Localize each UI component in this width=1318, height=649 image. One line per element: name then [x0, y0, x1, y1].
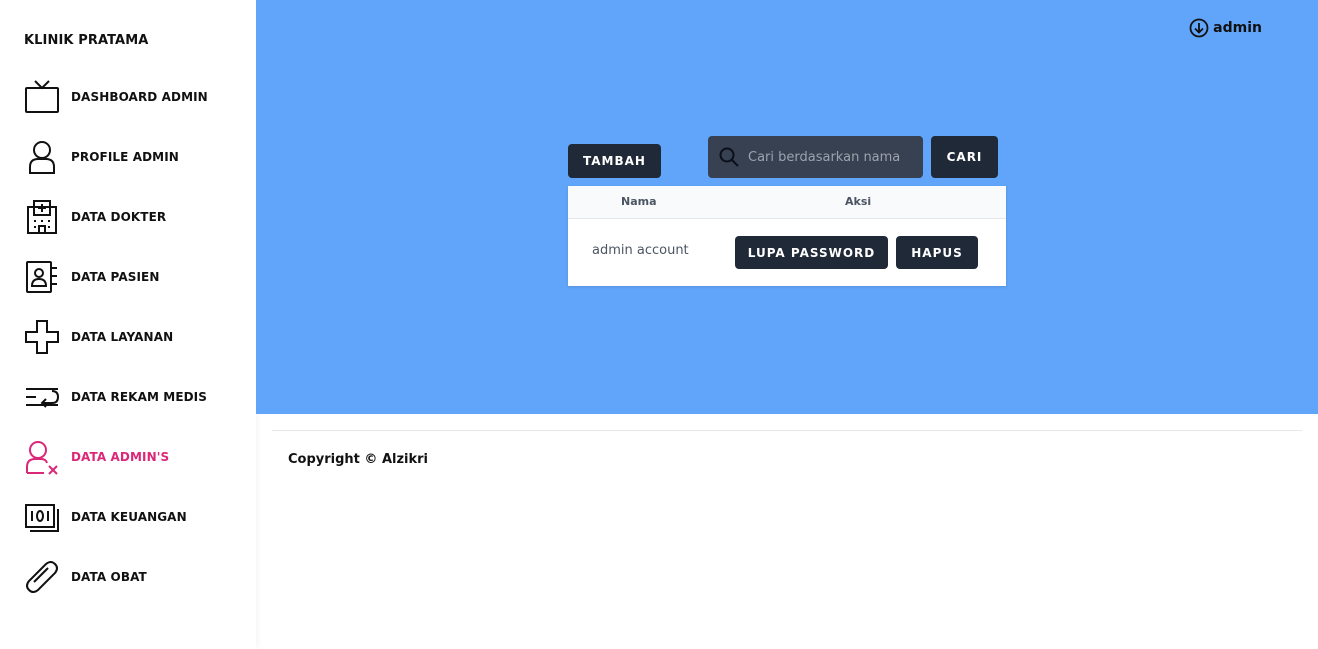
user-remove-icon: [24, 439, 60, 475]
copyright-text: Copyright © Alzikri: [288, 452, 428, 467]
user-menu[interactable]: admin: [1189, 18, 1262, 38]
medical-cross-icon: [24, 319, 60, 355]
admin-name-cell: admin account: [592, 243, 689, 258]
sidebar-item-label: DATA KEUANGAN: [71, 510, 187, 524]
forgot-password-button[interactable]: LUPA PASSWORD: [735, 236, 888, 269]
column-header-aksi: Aksi: [845, 195, 872, 208]
sidebar-item-profile-admin[interactable]: PROFILE ADMIN: [24, 137, 244, 177]
contact-card-icon: [24, 259, 60, 295]
sidebar-item-data-rekam-medis[interactable]: DATA REKAM MEDIS: [24, 377, 244, 417]
sidebar-item-label: PROFILE ADMIN: [71, 150, 179, 164]
hospital-icon: [24, 199, 60, 235]
money-icon: [24, 499, 60, 535]
sidebar-item-label: DATA LAYANAN: [71, 330, 174, 344]
sidebar-item-data-keuangan[interactable]: DATA KEUANGAN: [24, 497, 244, 537]
tv-icon: [24, 79, 60, 115]
column-header-nama: Nama: [621, 195, 657, 208]
sidebar-item-data-dokter[interactable]: DATA DOKTER: [24, 197, 244, 237]
footer-divider: [272, 430, 1302, 431]
sidebar-item-label: DATA OBAT: [71, 570, 147, 584]
admin-table: Nama Aksi admin account LUPA PASSWORD HA…: [568, 186, 1006, 286]
pill-icon: [24, 559, 60, 595]
sidebar-item-data-pasien[interactable]: DATA PASIEN: [24, 257, 244, 297]
sidebar-item-data-obat[interactable]: DATA OBAT: [24, 557, 244, 597]
user-name: admin: [1213, 20, 1262, 36]
search-icon: [719, 147, 739, 167]
record-list-icon: [24, 379, 60, 415]
search-input[interactable]: [748, 149, 913, 165]
sidebar-item-label: DATA PASIEN: [71, 270, 160, 284]
brand-title: KLINIK PRATAMA: [24, 33, 149, 48]
sidebar: KLINIK PRATAMA DASHBOARD ADMIN PROFILE A…: [0, 0, 256, 649]
sidebar-item-data-layanan[interactable]: DATA LAYANAN: [24, 317, 244, 357]
sidebar-item-dashboard-admin[interactable]: DASHBOARD ADMIN: [24, 77, 244, 117]
user-icon: [24, 139, 60, 175]
arrow-down-circle-icon: [1189, 18, 1209, 38]
sidebar-item-label: DATA ADMIN'S: [71, 450, 170, 464]
sidebar-item-label: DASHBOARD ADMIN: [71, 90, 208, 104]
sidebar-item-label: DATA DOKTER: [71, 210, 167, 224]
search-field: [708, 136, 923, 178]
delete-button[interactable]: HAPUS: [896, 236, 978, 269]
search-button[interactable]: CARI: [931, 136, 998, 178]
add-button[interactable]: TAMBAH: [568, 144, 661, 178]
sidebar-item-label: DATA REKAM MEDIS: [71, 390, 207, 404]
table-header: Nama Aksi: [568, 186, 1006, 219]
sidebar-item-data-admins[interactable]: DATA ADMIN'S: [24, 437, 244, 477]
